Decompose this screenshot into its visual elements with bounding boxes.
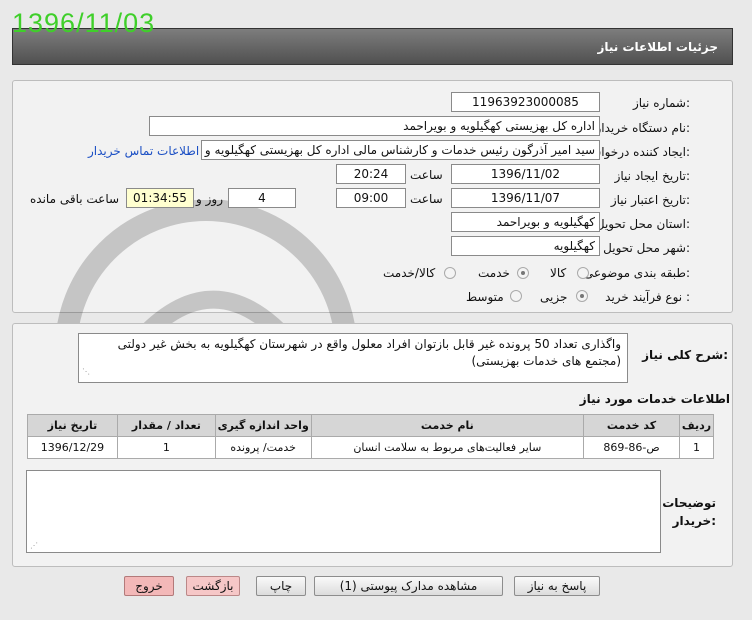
days-field[interactable]: 4 (228, 188, 296, 208)
province-label: استان محل تحویل: (595, 217, 690, 231)
notes-label-line2: خریدار: (672, 514, 716, 528)
table-row: 1396/12/29 1 خدمت/ پرونده سایر فعالیت‌ها… (27, 436, 715, 459)
buyer-notes-textarea[interactable]: ⋰ (26, 470, 661, 553)
valid-date-label: تاریخ اعتبار نیاز: (610, 193, 690, 207)
created-time-field[interactable]: 20:24 (336, 164, 406, 184)
category-both-label: کالا/خدمت (383, 266, 436, 280)
back-button[interactable]: بازگشت (186, 576, 240, 596)
description-textarea[interactable]: واگذاری تعداد 50 پرونده غیر قابل بازتوان… (78, 333, 628, 383)
process-label: نوع فرآیند خرید : (605, 290, 690, 304)
cell-quantity: 1 (116, 436, 216, 459)
resize-grip-icon[interactable]: ⋰ (30, 541, 38, 550)
services-title: اطلاعات خدمات مورد نیاز (579, 392, 730, 406)
attachments-button[interactable]: مشاهده مدارک پیوستی (1) (314, 576, 503, 596)
created-time-label: ساعت (410, 168, 443, 182)
col-service-code: کد خدمت (583, 414, 680, 437)
notes-label-line1: توضیحات (662, 496, 716, 510)
city-field[interactable]: کهگیلویه (451, 236, 600, 256)
resize-grip-icon[interactable]: ⋰ (82, 363, 90, 380)
cell-unit: خدمت/ پرونده (214, 436, 312, 459)
process-partial-radio[interactable] (576, 290, 588, 302)
created-date-label: تاریخ ایجاد نیاز: (614, 169, 690, 183)
services-table: تاریخ نیاز تعداد / مقدار واحد اندازه گیر… (27, 414, 715, 459)
exit-button[interactable]: خروج (124, 576, 174, 596)
process-partial-label: جزیی (540, 290, 568, 304)
table-header-row: تاریخ نیاز تعداد / مقدار واحد اندازه گیر… (27, 414, 715, 437)
print-button[interactable]: چاپ (256, 576, 306, 596)
need-number-field[interactable]: 11963923000085 (451, 92, 600, 112)
category-label: طبقه بندی موضوعی: (583, 266, 690, 280)
col-row: ردیف (678, 414, 715, 437)
description-label: شرح کلی نیاز: (642, 348, 728, 362)
category-service-label: خدمت (478, 266, 510, 280)
creator-field[interactable]: سید امیر آذرگون رئیس خدمات و کارشناس مال… (201, 140, 600, 160)
col-unit: واحد اندازه گیری (214, 414, 312, 437)
category-service-radio[interactable] (517, 267, 529, 279)
category-goods-label: کالا (550, 266, 567, 280)
remaining-time-field: 01:34:55 (126, 188, 194, 208)
page-title: جزئیات اطلاعات نیاز (597, 40, 718, 54)
created-date-field[interactable]: 1396/11/02 (451, 164, 600, 184)
days-label: روز و (196, 192, 223, 206)
col-service-name: نام خدمت (310, 414, 585, 437)
cell-service-code: ص-86-869 (583, 436, 680, 459)
description-text: واگذاری تعداد 50 پرونده غیر قابل بازتوان… (117, 337, 621, 368)
valid-time-label: ساعت (410, 192, 443, 206)
city-label: شهر محل تحویل: (603, 241, 690, 255)
buyer-contact-link[interactable]: اطلاعات تماس خریدار (88, 144, 199, 158)
category-both-radio[interactable] (444, 267, 456, 279)
col-date: تاریخ نیاز (27, 414, 118, 437)
need-number-label: شماره نیاز: (632, 96, 690, 110)
cell-row: 1 (678, 436, 715, 459)
buyer-label: نام دستگاه خریدار: (595, 121, 691, 135)
process-medium-radio[interactable] (510, 290, 522, 302)
remaining-label: ساعت باقی مانده (30, 192, 120, 206)
valid-date-field[interactable]: 1396/11/07 (451, 188, 600, 208)
cell-date: 1396/12/29 (27, 436, 118, 459)
date-stamp: 1396/11/03 (12, 8, 156, 38)
col-quantity: تعداد / مقدار (116, 414, 216, 437)
category-goods-radio[interactable] (577, 267, 589, 279)
valid-time-field[interactable]: 09:00 (336, 188, 406, 208)
cell-service-name: سایر فعالیت‌های مربوط به سلامت انسان (310, 436, 585, 459)
reply-button[interactable]: پاسخ به نیاز (514, 576, 600, 596)
buyer-field[interactable]: اداره کل بهزیستی کهگیلویه و بویراحمد (149, 116, 600, 136)
process-medium-label: متوسط (466, 290, 504, 304)
province-field[interactable]: کهگیلویه و بویراحمد (451, 212, 600, 232)
